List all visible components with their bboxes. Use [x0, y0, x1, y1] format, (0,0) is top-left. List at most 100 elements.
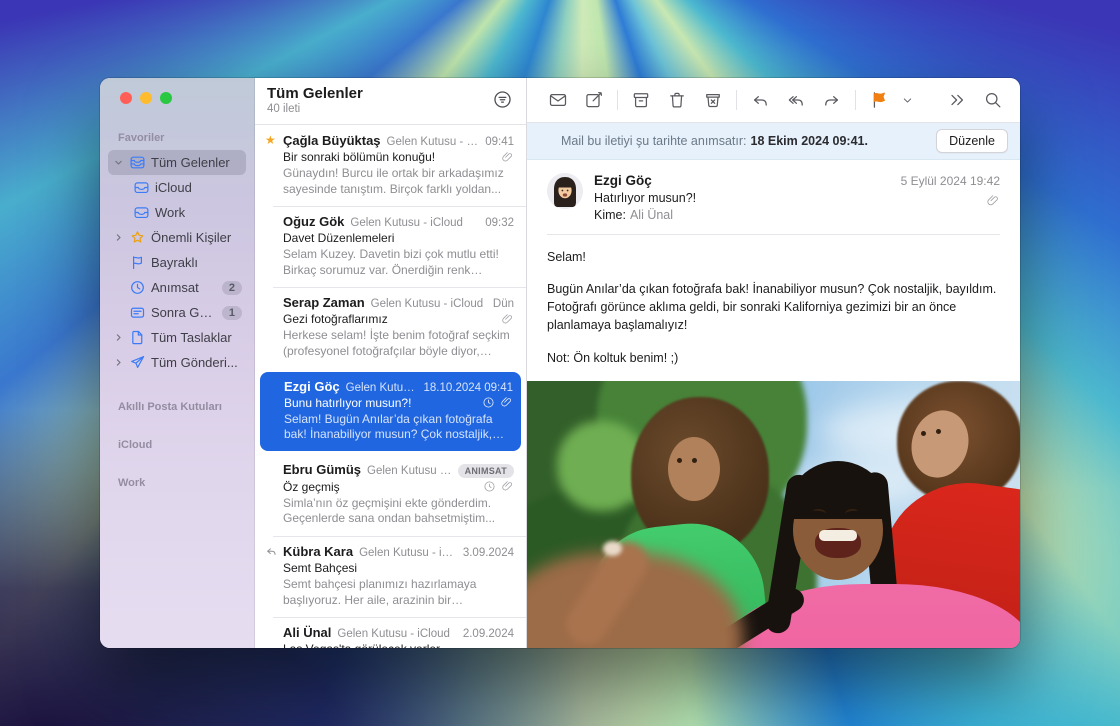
- sidebar-item-send-later[interactable]: Sonra Gön... 1: [108, 300, 246, 325]
- count-badge: 1: [222, 306, 242, 320]
- search-button[interactable]: [976, 85, 1010, 115]
- forward-button[interactable]: [815, 85, 849, 115]
- preview: Günaydın! Burcu ile ortak bir arkadaşımı…: [283, 166, 514, 197]
- compose-icon: [584, 90, 604, 110]
- mailbox-label: Gelen Kutusu - iCl...: [387, 136, 480, 148]
- message-body: Selam! Bugün Anılar’da çıkan fotoğrafa b…: [527, 235, 1020, 381]
- chevron-right-icon[interactable]: [112, 358, 124, 367]
- reading-pane: Mail bu iletiyi şu tarihte anımsatır: 18…: [527, 78, 1020, 648]
- flag-button[interactable]: [862, 85, 896, 115]
- message-list: Tüm Gelenler 40 ileti ★ Çağla BüyüktaşGe…: [255, 78, 527, 648]
- sidebar-item-label: iCloud: [155, 180, 242, 195]
- subject: Gezi fotoğraflarımız: [283, 312, 496, 326]
- desktop-wallpaper: Favoriler Tüm Gelenler iCloud Work: [0, 0, 1120, 726]
- flag-icon: [869, 90, 889, 110]
- subject: Davet Düzenlemeleri: [283, 231, 514, 245]
- sender: Kübra Kara: [283, 544, 353, 559]
- edit-reminder-button[interactable]: Düzenle: [936, 129, 1008, 153]
- mailbox-label: Gelen Kutusu - iCl...: [359, 547, 457, 559]
- sidebar-item-work-inbox[interactable]: Work: [108, 200, 246, 225]
- sidebar-item-icloud-inbox[interactable]: iCloud: [108, 175, 246, 200]
- unread-badge: 2: [222, 281, 242, 295]
- inbox-tray-icon: [133, 204, 150, 221]
- smart-mailboxes-section-header[interactable]: Akıllı Posta Kutuları: [100, 401, 254, 413]
- paperplane-icon: [129, 354, 146, 371]
- junk-button[interactable]: [696, 85, 730, 115]
- chevron-down-icon[interactable]: [112, 158, 124, 167]
- preview: Herkese selam! İşte benim fotoğraf seçki…: [283, 328, 514, 359]
- message-row[interactable]: Ali ÜnalGelen Kutusu - iCloud2.09.2024 L…: [255, 617, 526, 648]
- sidebar-item-remind-me[interactable]: Anımsat 2: [108, 275, 246, 300]
- close-button[interactable]: [120, 92, 132, 104]
- body-paragraph: Not: Ön koltuk benim! ;): [547, 349, 1000, 367]
- sidebar-item-label: Tüm Gelenler: [151, 155, 242, 170]
- favorites-section-header: Favoriler: [100, 132, 254, 144]
- paperclip-icon: [501, 313, 514, 326]
- sidebar-item-all-drafts[interactable]: Tüm Taslaklar: [108, 325, 246, 350]
- subject: Semt Bahçesi: [283, 561, 514, 575]
- message-row-selected[interactable]: Ezgi GöçGelen Kutusu...18.10.2024 09:41 …: [260, 372, 521, 451]
- paperclip-icon: [986, 194, 1000, 208]
- sender-avatar[interactable]: [547, 173, 583, 209]
- filter-button[interactable]: [490, 89, 514, 113]
- paperclip-icon: [500, 396, 513, 409]
- remind-clock-icon: [482, 396, 495, 409]
- attachment-indicator: [901, 194, 1000, 208]
- remind-clock-icon: [483, 480, 496, 493]
- sender: Serap Zaman: [283, 295, 365, 310]
- reminder-label: Mail bu iletiyi şu tarihte anımsatır:: [561, 134, 747, 148]
- time: 3.09.2024: [463, 547, 514, 559]
- sidebar: Favoriler Tüm Gelenler iCloud Work: [100, 78, 255, 648]
- mailbox-label: Gelen Kutusu - iCl...: [367, 465, 452, 477]
- zoom-button[interactable]: [160, 92, 172, 104]
- sender-name: Ezgi Göç: [594, 173, 890, 188]
- trash-icon: [667, 90, 687, 110]
- time: Dün: [493, 298, 514, 310]
- time: 18.10.2024 09:41: [423, 382, 513, 394]
- body-paragraph: Selam!: [547, 248, 1000, 266]
- sidebar-item-vips[interactable]: Önemli Kişiler: [108, 225, 246, 250]
- compose-button[interactable]: [577, 85, 611, 115]
- sidebar-item-label: Tüm Taslaklar: [151, 330, 242, 345]
- to-label: Kime:: [594, 208, 626, 222]
- archive-button[interactable]: [624, 85, 658, 115]
- sender: Ali Ünal: [283, 625, 331, 640]
- icloud-section-header[interactable]: iCloud: [100, 439, 254, 451]
- to-value: Ali Ünal: [630, 208, 673, 222]
- sender: Çağla Büyüktaş: [283, 133, 381, 148]
- time: 09:32: [485, 217, 514, 229]
- paperclip-icon: [501, 151, 514, 164]
- get-mail-button[interactable]: [541, 85, 575, 115]
- chevron-right-icon[interactable]: [112, 333, 124, 342]
- sidebar-item-label: Anımsat: [151, 280, 217, 295]
- search-icon: [983, 90, 1003, 110]
- subject: Bir sonraki bölümün konuğu!: [283, 150, 496, 164]
- message-row[interactable]: ★ Çağla BüyüktaşGelen Kutusu - iCl...09:…: [255, 125, 526, 206]
- minimize-button[interactable]: [140, 92, 152, 104]
- message-row[interactable]: Ebru GümüşGelen Kutusu - iCl...ANIMSAT Ö…: [255, 454, 526, 536]
- memoji-avatar-image: [547, 173, 583, 209]
- work-section-header[interactable]: Work: [100, 477, 254, 489]
- flag-menu-button[interactable]: [898, 85, 916, 115]
- attachment-photo[interactable]: [527, 381, 1020, 648]
- paperclip-icon: [501, 480, 514, 493]
- mail-window: Favoriler Tüm Gelenler iCloud Work: [100, 78, 1020, 648]
- sidebar-item-all-sent[interactable]: Tüm Gönderi...: [108, 350, 246, 375]
- preview: Selam Kuzey. Davetin bizi çok mutlu etti…: [283, 247, 514, 278]
- remind-badge: ANIMSAT: [458, 464, 514, 478]
- message-rows: ★ Çağla BüyüktaşGelen Kutusu - iCl...09:…: [255, 125, 526, 648]
- message-row[interactable]: Serap ZamanGelen Kutusu - iCloudDün Gezi…: [255, 287, 526, 368]
- recipient-line: Kime: Ali Ünal: [594, 208, 890, 222]
- delete-button[interactable]: [660, 85, 694, 115]
- sidebar-item-flagged[interactable]: Bayraklı: [108, 250, 246, 275]
- reply-all-button[interactable]: [779, 85, 813, 115]
- sender: Ebru Gümüş: [283, 462, 361, 477]
- chevron-right-icon[interactable]: [112, 233, 124, 242]
- more-toolbar-items-button[interactable]: [940, 85, 974, 115]
- message-row[interactable]: Kübra Kara Gelen Kutusu - iCl... 3.09.2024…: [255, 536, 526, 617]
- reminder-banner: Mail bu iletiyi şu tarihte anımsatır: 18…: [527, 123, 1020, 160]
- send-later-icon: [129, 304, 146, 321]
- sidebar-item-all-inboxes[interactable]: Tüm Gelenler: [108, 150, 246, 175]
- message-row[interactable]: Oğuz GökGelen Kutusu - iCloud09:32 Davet…: [255, 206, 526, 287]
- reply-button[interactable]: [743, 85, 777, 115]
